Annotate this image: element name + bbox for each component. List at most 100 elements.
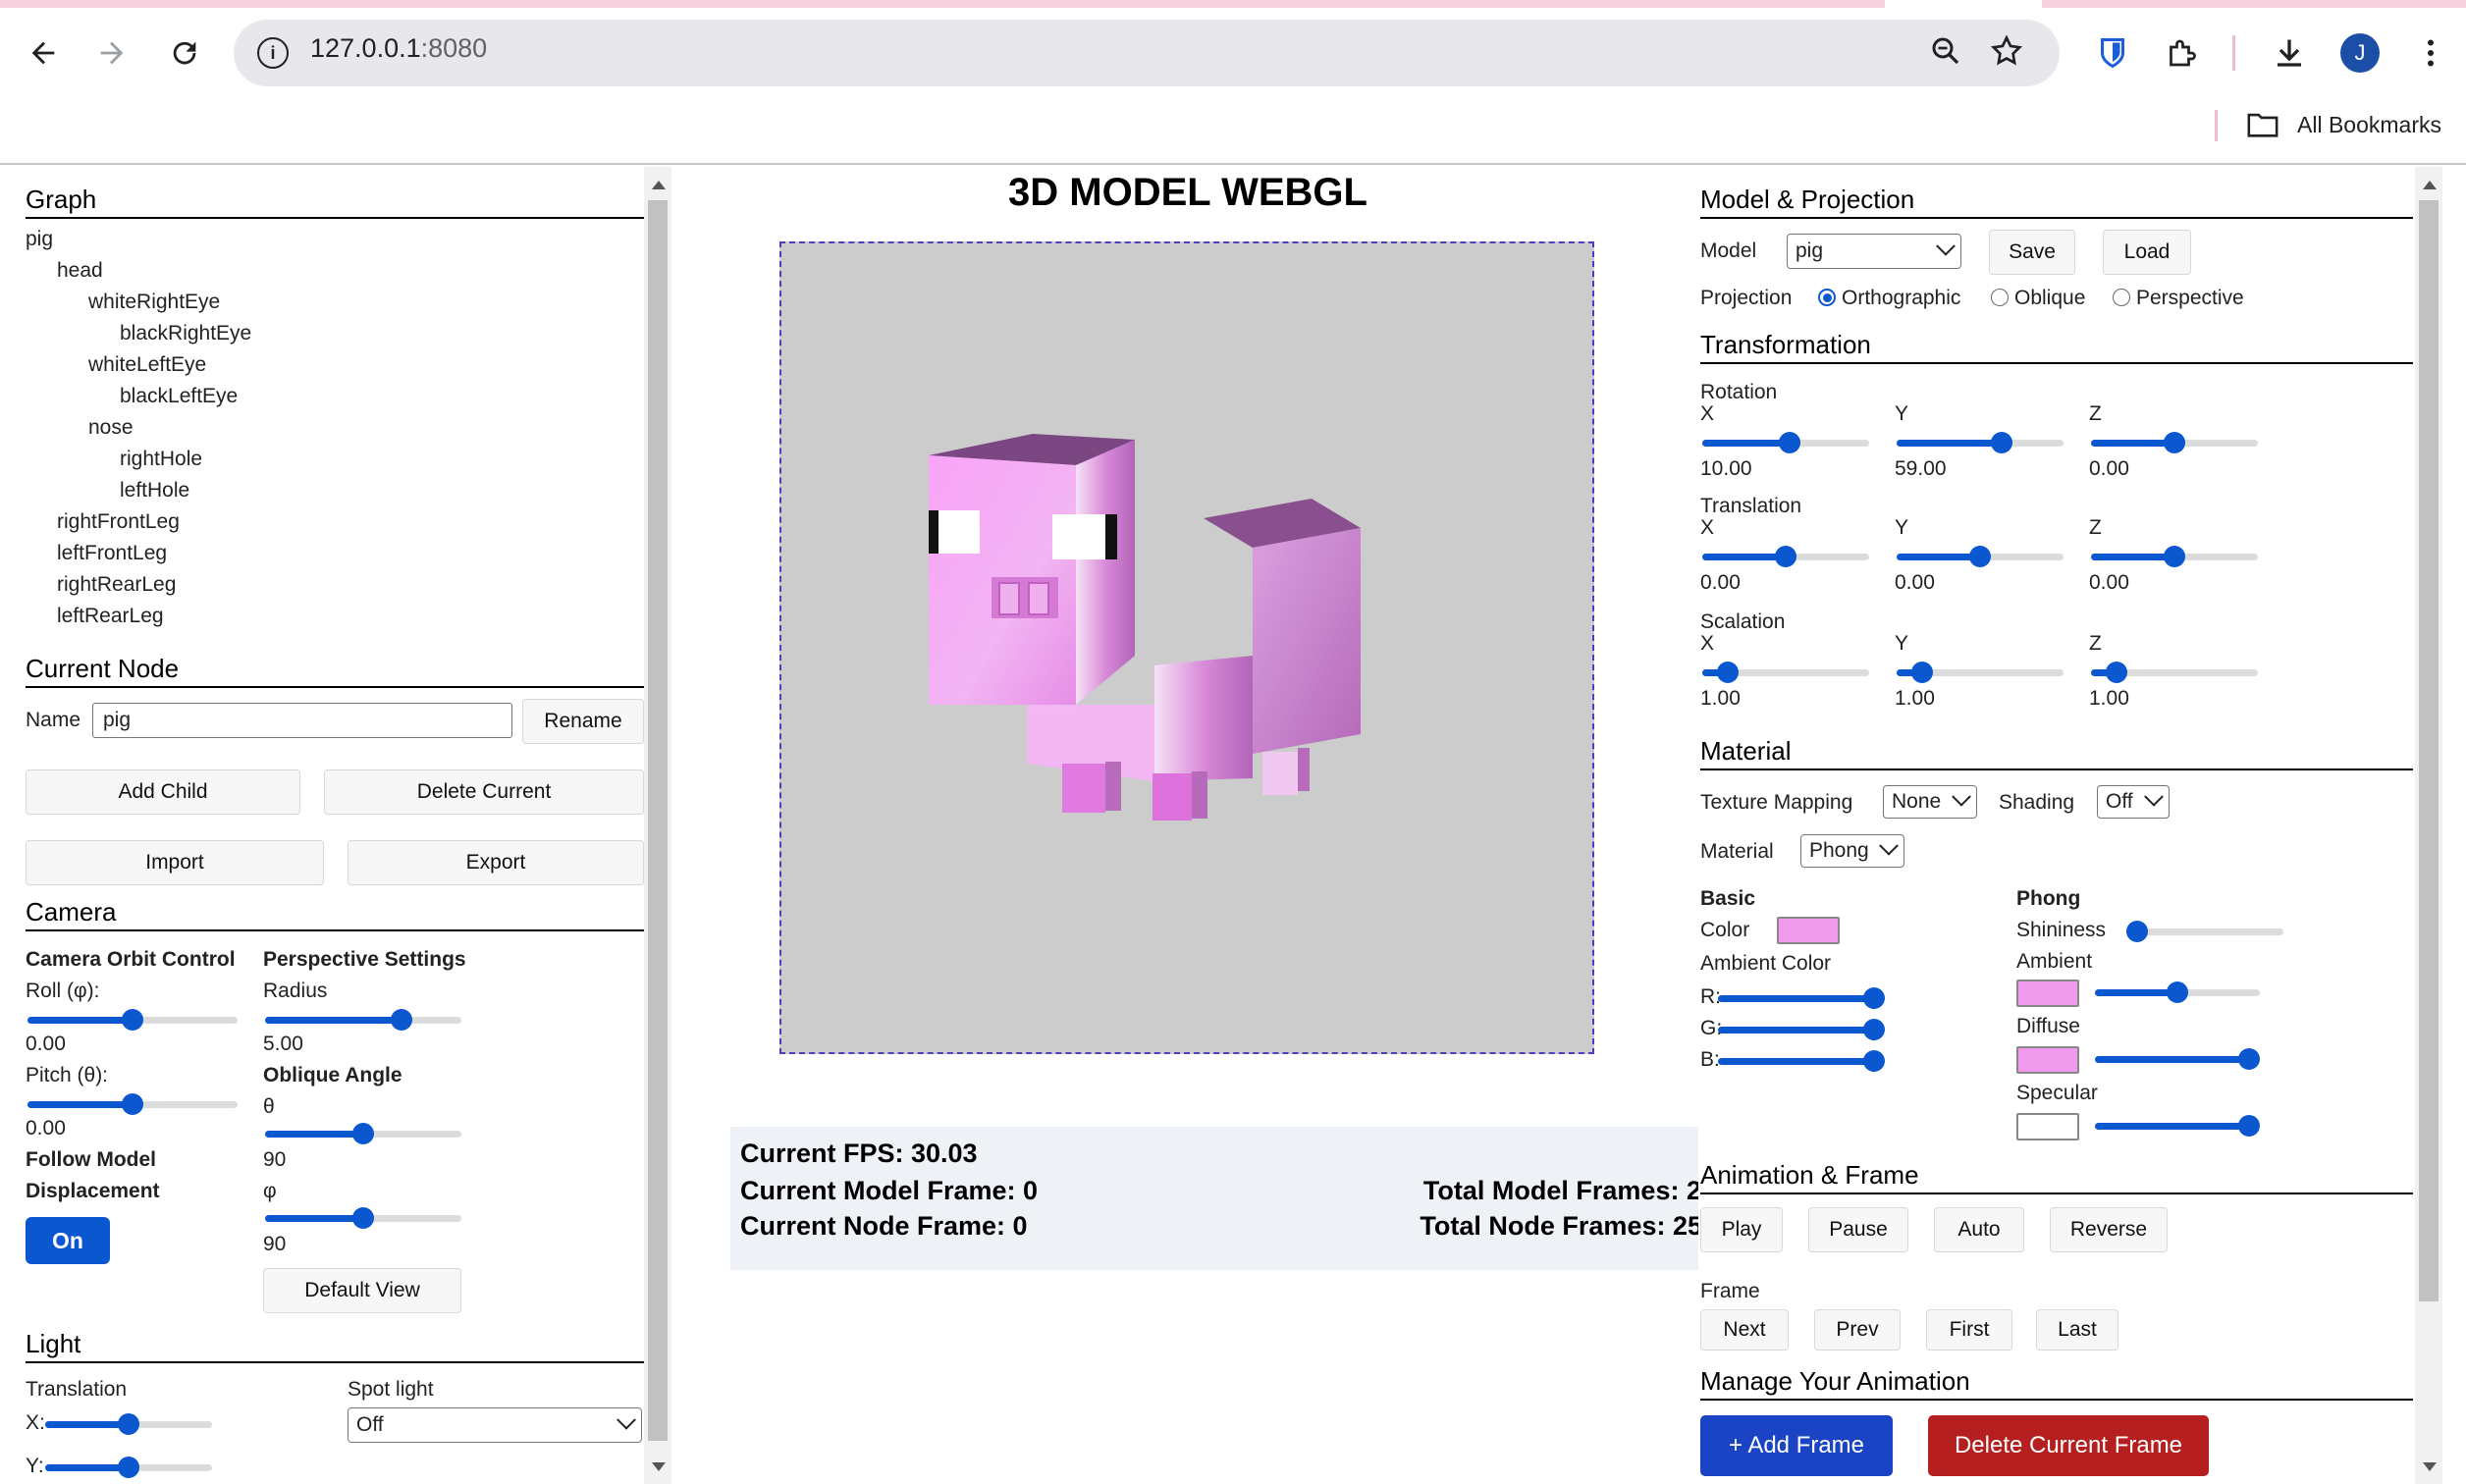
back-icon[interactable] — [20, 29, 67, 77]
tree-node[interactable]: whiteLeftEye — [88, 353, 206, 377]
slider-thumb[interactable] — [2105, 662, 2127, 683]
download-icon[interactable] — [2268, 31, 2311, 75]
ambient-g-slider[interactable] — [1718, 1019, 1885, 1040]
reload-icon[interactable] — [161, 29, 208, 77]
shading-select[interactable]: Off — [2097, 785, 2170, 819]
scale-x-slider[interactable] — [1702, 662, 1869, 683]
rotation-y-slider[interactable] — [1897, 432, 2064, 453]
slider-thumb[interactable] — [2164, 432, 2185, 453]
scroll-up-icon[interactable] — [652, 181, 666, 189]
bitwarden-extension-icon[interactable] — [2091, 31, 2134, 75]
specular-slider[interactable] — [2095, 1115, 2260, 1137]
left-scrollbar[interactable] — [644, 167, 671, 1484]
slider-thumb[interactable] — [1779, 432, 1801, 453]
tree-node[interactable]: rightRearLeg — [57, 573, 176, 597]
slider-thumb[interactable] — [352, 1123, 374, 1144]
scroll-down-icon[interactable] — [2423, 1462, 2437, 1471]
import-button[interactable]: Import — [26, 840, 324, 885]
forward-icon[interactable] — [88, 29, 135, 77]
slider-thumb[interactable] — [2238, 1048, 2260, 1070]
tree-node[interactable]: head — [57, 259, 103, 283]
slider-thumb[interactable] — [118, 1457, 139, 1478]
slider-thumb[interactable] — [2167, 981, 2188, 1003]
slider-thumb[interactable] — [122, 1009, 143, 1031]
right-scrollbar[interactable] — [2415, 167, 2442, 1484]
play-button[interactable]: Play — [1700, 1207, 1783, 1252]
spot-light-select[interactable]: Off — [348, 1407, 642, 1443]
webgl-canvas[interactable] — [779, 241, 1594, 1054]
slider-thumb[interactable] — [352, 1207, 374, 1229]
projection-oblique-radio[interactable] — [1991, 289, 2009, 306]
projection-perspective-radio[interactable] — [2113, 289, 2130, 306]
translation-y-slider[interactable] — [1897, 546, 2064, 567]
profile-avatar[interactable]: J — [2340, 33, 2380, 73]
slider-thumb[interactable] — [1969, 546, 1991, 567]
slider-thumb[interactable] — [1863, 987, 1885, 1009]
scale-z-slider[interactable] — [2091, 662, 2258, 683]
last-frame-button[interactable]: Last — [2036, 1309, 2118, 1351]
translation-x-slider[interactable] — [1702, 546, 1869, 567]
light-x-slider[interactable] — [45, 1413, 212, 1435]
pause-button[interactable]: Pause — [1808, 1207, 1908, 1252]
slider-thumb[interactable] — [391, 1009, 413, 1031]
address-bar[interactable]: i — [234, 20, 2060, 86]
save-button[interactable]: Save — [1989, 230, 2075, 275]
light-y-slider[interactable] — [45, 1457, 212, 1478]
pitch-slider[interactable] — [27, 1093, 238, 1115]
url-text[interactable]: 127.0.0.1:8080 — [310, 33, 487, 64]
tree-node[interactable]: leftHole — [120, 479, 189, 503]
tree-node[interactable]: whiteRightEye — [88, 291, 220, 314]
ambient-slider[interactable] — [2095, 981, 2260, 1003]
theta-slider[interactable] — [265, 1123, 461, 1144]
left-scrollbar-thumb[interactable] — [648, 200, 668, 1441]
ambient-swatch[interactable] — [2016, 980, 2079, 1007]
bookmark-star-icon[interactable] — [1989, 33, 2024, 74]
slider-thumb[interactable] — [2164, 546, 2185, 567]
projection-orthographic-radio[interactable] — [1818, 289, 1836, 306]
add-child-button[interactable]: Add Child — [26, 769, 300, 815]
model-select[interactable]: pig — [1787, 234, 1961, 269]
specular-swatch[interactable] — [2016, 1113, 2079, 1140]
tree-node[interactable]: rightHole — [120, 448, 202, 471]
phi-slider[interactable] — [265, 1207, 461, 1229]
next-frame-button[interactable]: Next — [1700, 1309, 1789, 1351]
export-button[interactable]: Export — [348, 840, 644, 885]
delete-current-button[interactable]: Delete Current — [324, 769, 644, 815]
slider-thumb[interactable] — [118, 1413, 139, 1435]
diffuse-slider[interactable] — [2095, 1048, 2260, 1070]
diffuse-swatch[interactable] — [2016, 1046, 2079, 1074]
node-name-input[interactable]: pig — [92, 703, 512, 738]
shininess-slider[interactable] — [2126, 921, 2283, 942]
ambient-r-slider[interactable] — [1718, 987, 1885, 1009]
scroll-up-icon[interactable] — [2423, 181, 2437, 189]
tree-node[interactable]: leftRearLeg — [57, 605, 164, 628]
zoom-icon[interactable] — [1928, 33, 1963, 74]
slider-thumb[interactable] — [1863, 1019, 1885, 1040]
scale-y-slider[interactable] — [1897, 662, 2064, 683]
add-frame-button[interactable]: + Add Frame — [1700, 1415, 1893, 1476]
scroll-down-icon[interactable] — [652, 1462, 666, 1471]
follow-toggle-button[interactable]: On — [26, 1217, 110, 1264]
material-select[interactable]: Phong — [1800, 834, 1904, 868]
right-scrollbar-thumb[interactable] — [2419, 200, 2439, 1301]
slider-thumb[interactable] — [2238, 1115, 2260, 1137]
all-bookmarks-button[interactable]: All Bookmarks — [2246, 110, 2441, 139]
translation-z-slider[interactable] — [2091, 546, 2258, 567]
tree-node[interactable]: blackLeftEye — [120, 385, 238, 408]
tree-node[interactable]: blackRightEye — [120, 322, 251, 345]
texture-mapping-select[interactable]: None — [1883, 785, 1977, 819]
extensions-icon[interactable] — [2160, 31, 2203, 75]
slider-thumb[interactable] — [1910, 662, 1933, 683]
rotation-x-slider[interactable] — [1702, 432, 1869, 453]
color-swatch[interactable] — [1777, 917, 1840, 944]
slider-thumb[interactable] — [2126, 921, 2148, 942]
reverse-button[interactable]: Reverse — [2050, 1207, 2168, 1252]
default-view-button[interactable]: Default View — [263, 1268, 461, 1313]
rename-button[interactable]: Rename — [522, 699, 644, 744]
slider-thumb[interactable] — [1863, 1050, 1885, 1072]
prev-frame-button[interactable]: Prev — [1814, 1309, 1901, 1351]
site-info-icon[interactable]: i — [257, 37, 289, 69]
slider-thumb[interactable] — [1991, 432, 2013, 453]
radius-slider[interactable] — [265, 1009, 461, 1031]
slider-thumb[interactable] — [1775, 546, 1796, 567]
